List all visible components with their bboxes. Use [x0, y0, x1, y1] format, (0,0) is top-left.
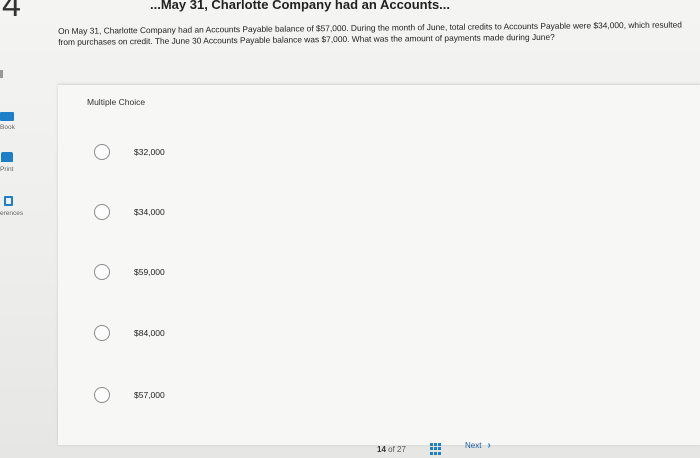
radio-button[interactable]: [94, 387, 110, 403]
radio-button[interactable]: [94, 204, 110, 220]
answer-option-label: $32,000: [134, 147, 165, 157]
total-pages: 27: [397, 445, 406, 454]
answer-option-label: $34,000: [134, 207, 165, 217]
radio-button[interactable]: [94, 264, 110, 280]
current-page: 14: [377, 445, 386, 454]
sidebar-item-label: erences: [0, 210, 24, 217]
radio-button[interactable]: [94, 144, 110, 160]
answer-option[interactable]: $34,000: [94, 204, 394, 224]
answer-option-label: $84,000: [134, 328, 165, 338]
answer-option[interactable]: $32,000: [94, 144, 394, 164]
print-icon: [1, 152, 13, 162]
question-text: On May 31, Charlotte Company had an Acco…: [58, 19, 682, 47]
answer-option-label: $59,000: [134, 267, 165, 277]
question-title: ...May 31, Charlotte Company had an Acco…: [150, 0, 451, 12]
radio-button[interactable]: [94, 325, 110, 341]
question-type-label: Multiple Choice: [87, 97, 146, 107]
grid-icon[interactable]: [430, 443, 442, 455]
next-button-label: Next: [465, 441, 482, 450]
sidebar-item-label: Print: [0, 166, 14, 173]
references-icon: [4, 196, 13, 206]
sidebar-divider: [0, 70, 3, 78]
next-button[interactable]: Next ›: [465, 440, 491, 451]
quiz-page: 4 ...May 31, Charlotte Company had an Ac…: [0, 0, 700, 458]
answer-option[interactable]: $59,000: [94, 264, 394, 284]
answer-panel: Multiple Choice $32,000 $34,000 $59,000 …: [58, 84, 700, 445]
answer-option-label: $57,000: [134, 390, 165, 400]
sidebar-item-label: Book: [0, 124, 15, 131]
left-sidebar: Book Print erences: [0, 0, 50, 458]
answer-option[interactable]: $57,000: [94, 387, 394, 407]
page-of-label: of: [388, 445, 395, 454]
page-indicator: 14 of 27: [377, 445, 406, 454]
book-icon: [0, 112, 14, 121]
chevron-right-icon: ›: [487, 440, 491, 451]
answer-option[interactable]: $84,000: [94, 325, 394, 345]
